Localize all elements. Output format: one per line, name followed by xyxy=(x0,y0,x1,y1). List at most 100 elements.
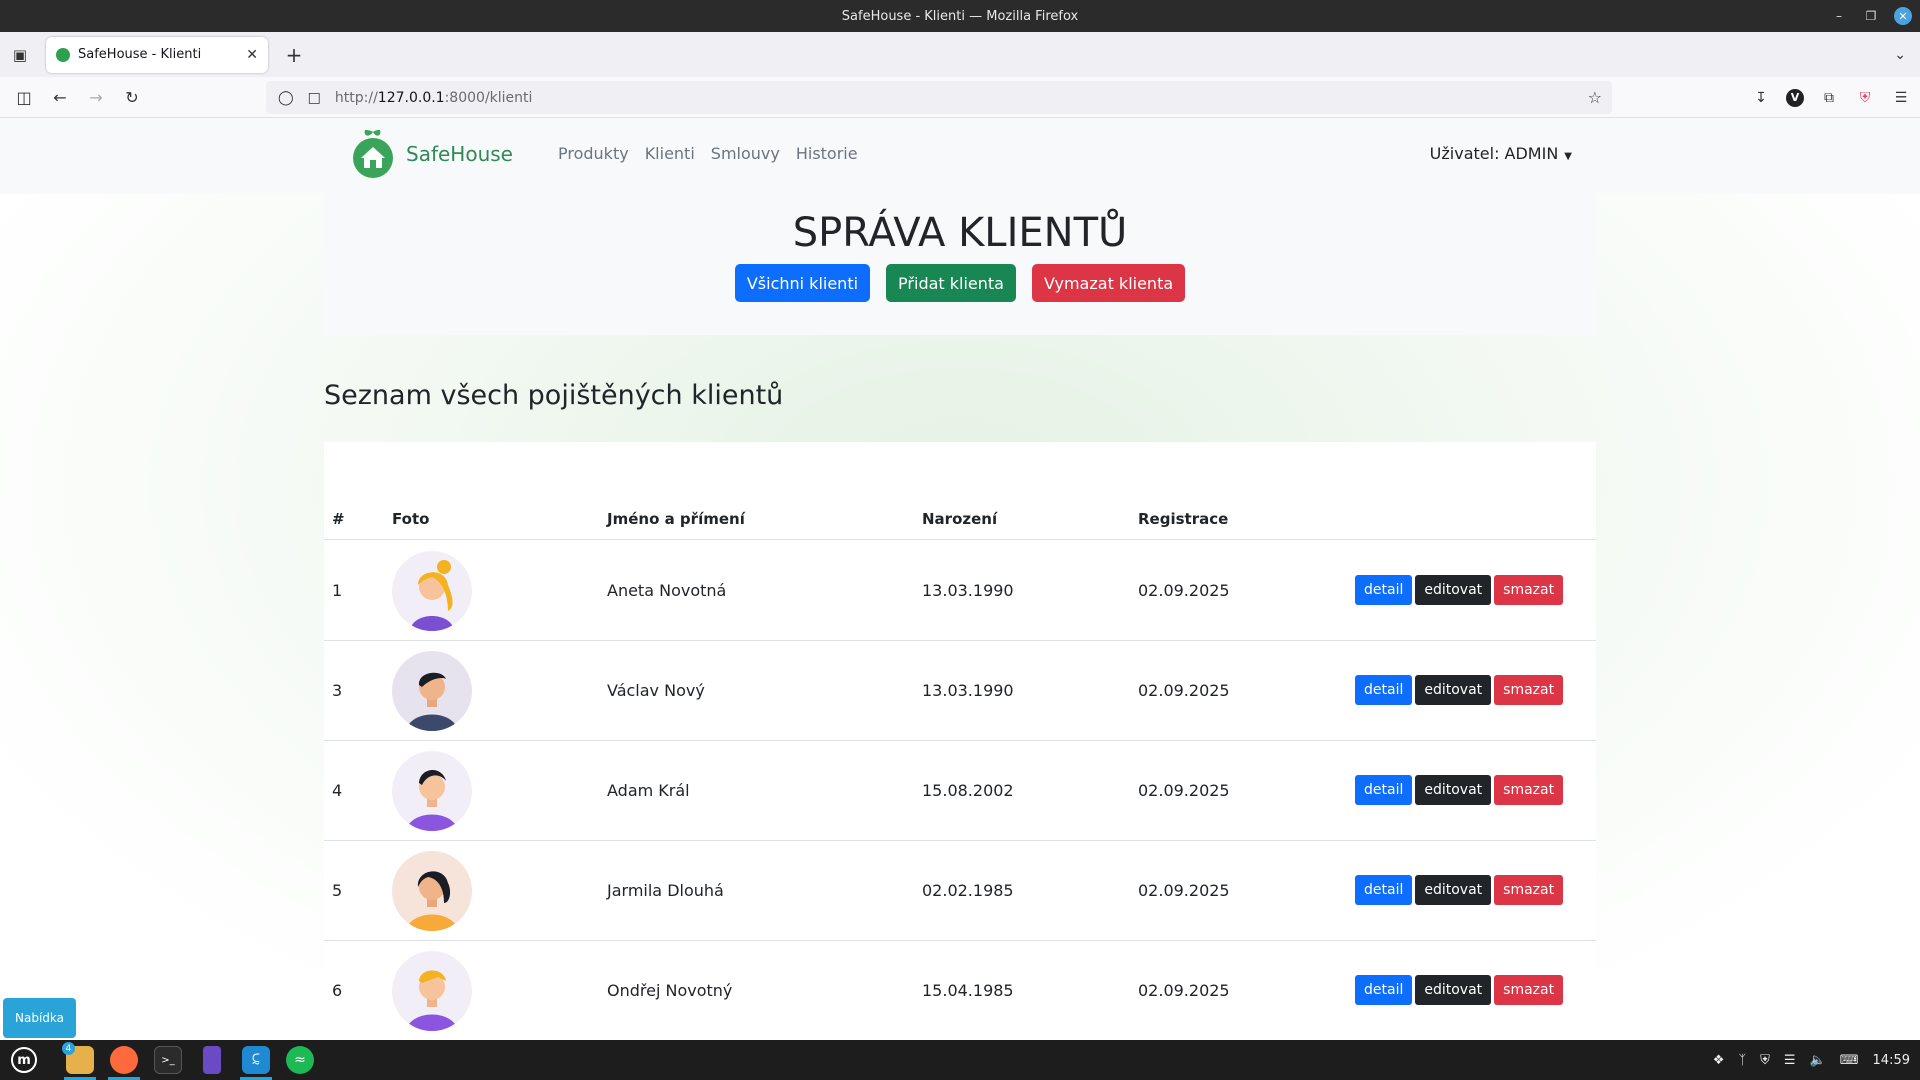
clients-table: # Foto Jméno a přímení Narození Registra… xyxy=(324,442,1596,1038)
man-dark-hair-avatar-icon xyxy=(392,651,472,731)
header-id: # xyxy=(332,510,345,528)
row-actions: detail editovat smazat xyxy=(1355,575,1564,605)
dropbox-icon[interactable]: ❖ xyxy=(1713,1053,1725,1068)
row-id: 5 xyxy=(332,881,343,900)
site-navbar: SafeHouse Produkty Klienti Smlouvy Histo… xyxy=(0,118,1920,194)
row-actions: detail editovat smazat xyxy=(1355,675,1564,705)
edit-button[interactable]: editovat xyxy=(1415,875,1492,905)
spotify-app-icon[interactable]: ≈ xyxy=(280,1040,320,1080)
row-birth: 15.04.1985 xyxy=(922,981,1014,1000)
main-menu: Produkty Klienti Smlouvy Historie xyxy=(558,144,858,163)
detail-button[interactable]: detail xyxy=(1355,775,1413,805)
header-photo: Foto xyxy=(392,510,430,528)
bookmark-star-icon[interactable]: ☆ xyxy=(1588,88,1602,107)
keyboard-layout-icon[interactable]: ⌨ xyxy=(1840,1053,1859,1068)
table-row: 3 Václav Nový 13.03.1990 02.09.2025 deta… xyxy=(324,641,1596,741)
minimize-icon[interactable]: – xyxy=(1830,7,1848,25)
row-registered: 02.09.2025 xyxy=(1138,681,1230,700)
edit-button[interactable]: editovat xyxy=(1415,675,1492,705)
edit-button[interactable]: editovat xyxy=(1415,775,1492,805)
forward-icon[interactable]: → xyxy=(78,81,114,113)
maximize-icon[interactable]: ❐ xyxy=(1862,7,1880,25)
row-name: Aneta Novotná xyxy=(607,581,727,600)
sidebar-toggle-icon[interactable]: ◫ xyxy=(6,81,42,113)
tab-strip: ▣ SafeHouse - Klienti ✕ + ⌄ xyxy=(0,32,1920,77)
offer-button[interactable]: Nabídka xyxy=(3,998,76,1038)
row-name: Jarmila Dlouhá xyxy=(607,881,724,900)
menu-item-historie[interactable]: Historie xyxy=(796,144,858,163)
row-registered: 02.09.2025 xyxy=(1138,981,1230,1000)
row-name: Ondřej Novotný xyxy=(607,981,733,1000)
shield-tray-icon[interactable]: ⛨ xyxy=(1760,1053,1770,1068)
start-menu-icon[interactable]: m xyxy=(4,1040,44,1080)
hero-buttons: Všichni klienti Přidat klienta Vymazat k… xyxy=(324,264,1596,302)
address-bar[interactable]: ◯ □ http://127.0.0.1:8000/klienti ☆ xyxy=(266,81,1612,114)
url-rest: :8000/klienti xyxy=(444,89,533,106)
extensions-icon[interactable]: ⧉ xyxy=(1818,87,1840,109)
tab-close-icon[interactable]: ✕ xyxy=(246,47,258,63)
menu-item-smlouvy[interactable]: Smlouvy xyxy=(711,144,780,163)
user-label: Uživatel: ADMIN xyxy=(1429,144,1559,163)
files-app-icon[interactable]: 4 xyxy=(60,1040,100,1080)
row-registered: 02.09.2025 xyxy=(1138,781,1230,800)
vscode-app-icon[interactable]: ⫇ xyxy=(236,1040,276,1080)
terminal-app-icon[interactable]: >_ xyxy=(148,1040,188,1080)
window-titlebar: SafeHouse - Klienti — Mozilla Firefox – … xyxy=(0,0,1920,32)
wifi-icon[interactable]: ☰ xyxy=(1784,1053,1796,1068)
new-tab-icon[interactable]: + xyxy=(276,37,312,73)
row-birth: 15.08.2002 xyxy=(922,781,1014,800)
bluetooth-icon[interactable]: ᛉ xyxy=(1738,1053,1746,1068)
downloads-icon[interactable]: ↧ xyxy=(1750,87,1772,109)
firefox-view-icon[interactable]: ▣ xyxy=(0,32,40,77)
firefox-app-icon[interactable] xyxy=(104,1040,144,1080)
row-birth: 13.03.1990 xyxy=(922,681,1014,700)
back-icon[interactable]: ← xyxy=(42,81,78,113)
detail-button[interactable]: detail xyxy=(1355,675,1413,705)
delete-button[interactable]: smazat xyxy=(1494,775,1564,805)
delete-button[interactable]: smazat xyxy=(1494,875,1564,905)
woman-dark-hair-avatar-icon xyxy=(392,851,472,931)
shield-icon[interactable]: ◯ xyxy=(278,90,294,106)
row-birth: 02.02.1985 xyxy=(922,881,1014,900)
add-client-button[interactable]: Přidat klienta xyxy=(886,264,1016,302)
detail-button[interactable]: detail xyxy=(1355,875,1413,905)
brand-link[interactable]: SafeHouse xyxy=(350,128,513,180)
row-birth: 13.03.1990 xyxy=(922,581,1014,600)
list-tabs-chevron-icon[interactable]: ⌄ xyxy=(1894,32,1906,77)
close-window-icon[interactable]: ✕ xyxy=(1894,7,1912,25)
row-id: 1 xyxy=(332,581,343,600)
section-title: Seznam všech pojištěných klientů xyxy=(324,380,784,411)
tab-title: SafeHouse - Klienti xyxy=(78,47,202,62)
app-menu-icon[interactable]: ☰ xyxy=(1890,87,1912,109)
page-title: SPRÁVA KLIENTŮ xyxy=(792,210,1128,256)
user-dropdown[interactable]: Uživatel: ADMIN ▼ xyxy=(1430,144,1572,163)
table-row: 6 Ondřej Novotný 15.04.1985 02.09.2025 d… xyxy=(324,941,1596,1038)
header-name: Jméno a přímení xyxy=(607,510,745,528)
reload-icon[interactable]: ↻ xyxy=(114,81,150,113)
all-clients-button[interactable]: Všichni klienti xyxy=(734,264,871,302)
vpn-extension-icon[interactable]: V xyxy=(1786,88,1804,107)
table-row: 4 Adam Král 15.08.2002 02.09.2025 detail… xyxy=(324,741,1596,841)
delete-button[interactable]: smazat xyxy=(1494,975,1564,1005)
obsidian-app-icon[interactable] xyxy=(192,1040,232,1080)
menu-item-klienti[interactable]: Klienti xyxy=(645,144,695,163)
row-id: 4 xyxy=(332,781,343,800)
page-info-icon[interactable]: □ xyxy=(308,90,321,106)
browser-tab[interactable]: SafeHouse - Klienti ✕ xyxy=(46,36,268,73)
header-birth: Narození xyxy=(922,510,998,528)
edit-button[interactable]: editovat xyxy=(1415,975,1492,1005)
delete-button[interactable]: smazat xyxy=(1494,675,1564,705)
row-actions: detail editovat smazat xyxy=(1355,975,1564,1005)
row-id: 3 xyxy=(332,681,343,700)
row-registered: 02.09.2025 xyxy=(1138,581,1230,600)
detail-button[interactable]: detail xyxy=(1355,975,1413,1005)
adblock-shield-icon[interactable]: ⛨ xyxy=(1854,87,1876,109)
edit-button[interactable]: editovat xyxy=(1415,575,1492,605)
row-registered: 02.09.2025 xyxy=(1138,881,1230,900)
detail-button[interactable]: detail xyxy=(1355,575,1413,605)
clock[interactable]: 14:59 xyxy=(1873,1053,1910,1068)
delete-client-button[interactable]: Vymazat klienta xyxy=(1031,264,1186,302)
menu-item-produkty[interactable]: Produkty xyxy=(558,144,629,163)
volume-icon[interactable]: 🔈 xyxy=(1810,1053,1826,1068)
delete-button[interactable]: smazat xyxy=(1494,575,1564,605)
